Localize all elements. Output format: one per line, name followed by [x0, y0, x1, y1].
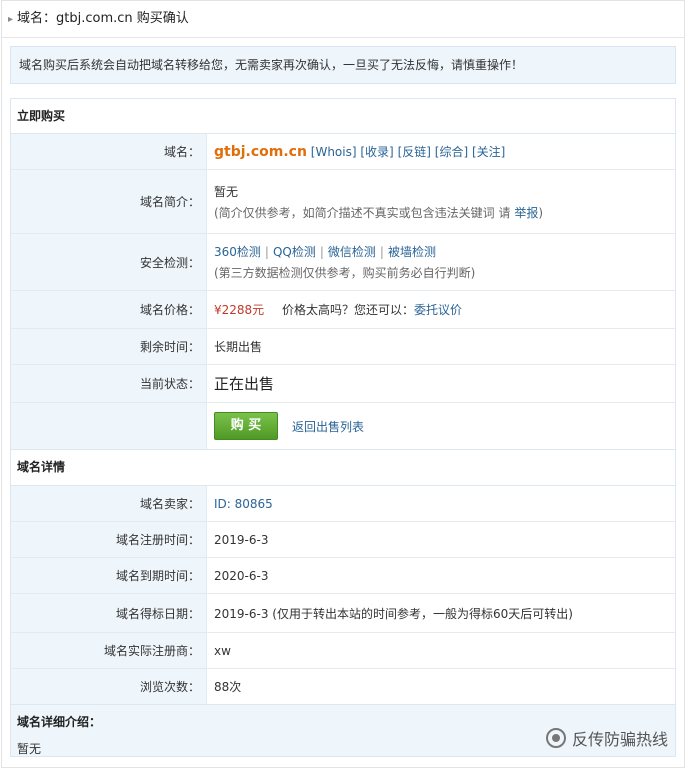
intro-value-cell: 暂无 (简介仅供参考，如简介描述不真实或包含违法关键词 请 举报) — [207, 170, 675, 233]
notice-banner: 域名购买后系统会自动把域名转移给您，无需卖家再次确认，一旦买了无法反悔，请慎重操… — [10, 46, 676, 84]
remaining-label: 剩余时间： — [11, 329, 207, 364]
detail-row: 域名卖家： ID: 80865 — [11, 486, 675, 522]
intro-label: 域名简介： — [11, 170, 207, 233]
security-value-cell: 360检测 | QQ检测 | 微信检测 | 被墙检测 (第三方数据检测仅供参考，购买前务必自… — [207, 234, 675, 290]
negotiate-link[interactable]: 委托议价 — [414, 303, 462, 317]
report-link[interactable]: 举报 — [514, 206, 538, 220]
wechat-logo-icon — [545, 728, 566, 748]
status-value-cell: 正在出售 — [207, 365, 675, 402]
security-label: 安全检测： — [11, 234, 207, 290]
detail-row: 域名到期时间： 2020-6-3 — [11, 558, 675, 594]
intro-note-end: ) — [538, 205, 544, 220]
domain-name: gtbj.com.cn — [214, 144, 307, 160]
check-blocked-link[interactable]: 被墙检测 — [388, 245, 436, 259]
price-row: 域名价格： ¥2288元 价格太高吗？您还可以：委托议价 — [11, 291, 675, 329]
status-value: 正在出售 — [214, 375, 275, 393]
check-360-link[interactable]: 360检测 — [214, 245, 261, 259]
check-wechat-link[interactable]: 微信检测 — [328, 245, 376, 259]
domain-value-cell: gtbj.com.cn [Whois] [收录] [反链] [综合] [关注] — [207, 134, 675, 169]
actions-label-cell — [11, 403, 207, 449]
chevron-right-icon: ▸ — [8, 14, 14, 25]
price-label: 域名价格： — [11, 291, 207, 328]
security-row: 安全检测： 360检测 | QQ检测 | 微信检测 | 被墙检测 (第三方数据检测仅供参考，… — [11, 234, 675, 291]
expiry-date-value: 2020-6-3 — [214, 568, 269, 583]
overview-link[interactable]: [综合] — [435, 145, 468, 159]
status-label: 当前状态： — [11, 365, 207, 402]
expiry-date-label: 域名到期时间： — [11, 558, 207, 593]
status-row: 当前状态： 正在出售 — [11, 365, 675, 403]
buy-panel: 立即购买 域名： gtbj.com.cn [Whois] [收录] [反链] [… — [10, 98, 676, 450]
remaining-value: 长期出售 — [214, 340, 263, 354]
reg-date-value: 2019-6-3 — [214, 532, 269, 547]
intro-note: (简介仅供参考，如简介描述不真实或包含违法关键词 请 举报) — [214, 204, 675, 221]
page-title: 域名：gtbj.com.cn 购买确认 — [17, 11, 189, 26]
buy-heading: 立即购买 — [11, 99, 675, 134]
detail-row: 域名得标日期： 2019-6-3 (仅用于转出本站的时间参考，一般为得标60天后… — [11, 594, 675, 633]
reg-date-label: 域名注册时间： — [11, 522, 207, 557]
follow-link[interactable]: [关注] — [472, 145, 505, 159]
domain-label: 域名： — [11, 134, 207, 169]
won-date-label: 域名得标日期： — [11, 594, 207, 632]
intro-row: 域名简介： 暂无 (简介仅供参考，如简介描述不真实或包含违法关键词 请 举报) — [11, 170, 675, 234]
remaining-row: 剩余时间： 长期出售 — [11, 329, 675, 365]
detail-panel: 域名详情 域名卖家： ID: 80865 域名注册时间： 2019-6-3 域名… — [10, 450, 676, 705]
price-value-cell: ¥2288元 价格太高吗？您还可以：委托议价 — [207, 291, 675, 328]
whois-link[interactable]: [Whois] — [311, 145, 357, 159]
page-frame: ▸ 域名：gtbj.com.cn 购买确认 域名购买后系统会自动把域名转移给您，无… — [1, 0, 685, 768]
watermark-text: 反传防骗热线 — [571, 730, 668, 749]
intro-value: 暂无 — [214, 184, 239, 199]
title-bar: ▸ 域名：gtbj.com.cn 购买确认 — [2, 1, 684, 38]
watermark: 反传防骗热线 — [545, 726, 668, 750]
backlink-link[interactable]: [反链] — [398, 145, 431, 159]
views-label: 浏览次数： — [11, 669, 207, 704]
price-ask: 价格太高吗？您还可以： — [282, 303, 415, 317]
domain-row: 域名： gtbj.com.cn [Whois] [收录] [反链] [综合] [… — [11, 134, 675, 170]
check-qq-link[interactable]: QQ检测 — [273, 245, 316, 259]
security-note: (第三方数据检测仅供参考，购买前务必自行判断) — [214, 266, 476, 280]
won-date-value: 2019-6-3 (仅用于转出本站的时间参考，一般为得标60天后可转出) — [214, 606, 573, 621]
actions-row: 购 买 返回出售列表 — [11, 403, 675, 449]
registrar-value: xw — [214, 643, 231, 658]
seller-id-link[interactable]: ID: 80865 — [214, 497, 675, 511]
views-value: 88次 — [214, 680, 242, 694]
detail-row: 域名注册时间： 2019-6-3 — [11, 522, 675, 558]
back-to-list-link[interactable]: 返回出售列表 — [292, 418, 364, 435]
separator: | — [264, 245, 269, 259]
price-value: ¥2288元 — [214, 303, 265, 317]
separator: | — [319, 245, 324, 259]
separator: | — [379, 245, 384, 259]
index-link[interactable]: [收录] — [360, 145, 393, 159]
detail-row: 域名实际注册商： xw — [11, 633, 675, 669]
registrar-label: 域名实际注册商： — [11, 633, 207, 668]
detail-row: 浏览次数： 88次 — [11, 669, 675, 704]
buy-button[interactable]: 购 买 — [214, 412, 278, 440]
detail-heading: 域名详情 — [11, 450, 675, 486]
intro-note-text: (简介仅供参考，如简介描述不真实或包含违法关键词 请 — [214, 205, 511, 220]
seller-value-cell: ID: 80865 — [207, 486, 675, 521]
seller-label: 域名卖家： — [11, 486, 207, 521]
actions-cell: 购 买 返回出售列表 — [207, 403, 675, 449]
